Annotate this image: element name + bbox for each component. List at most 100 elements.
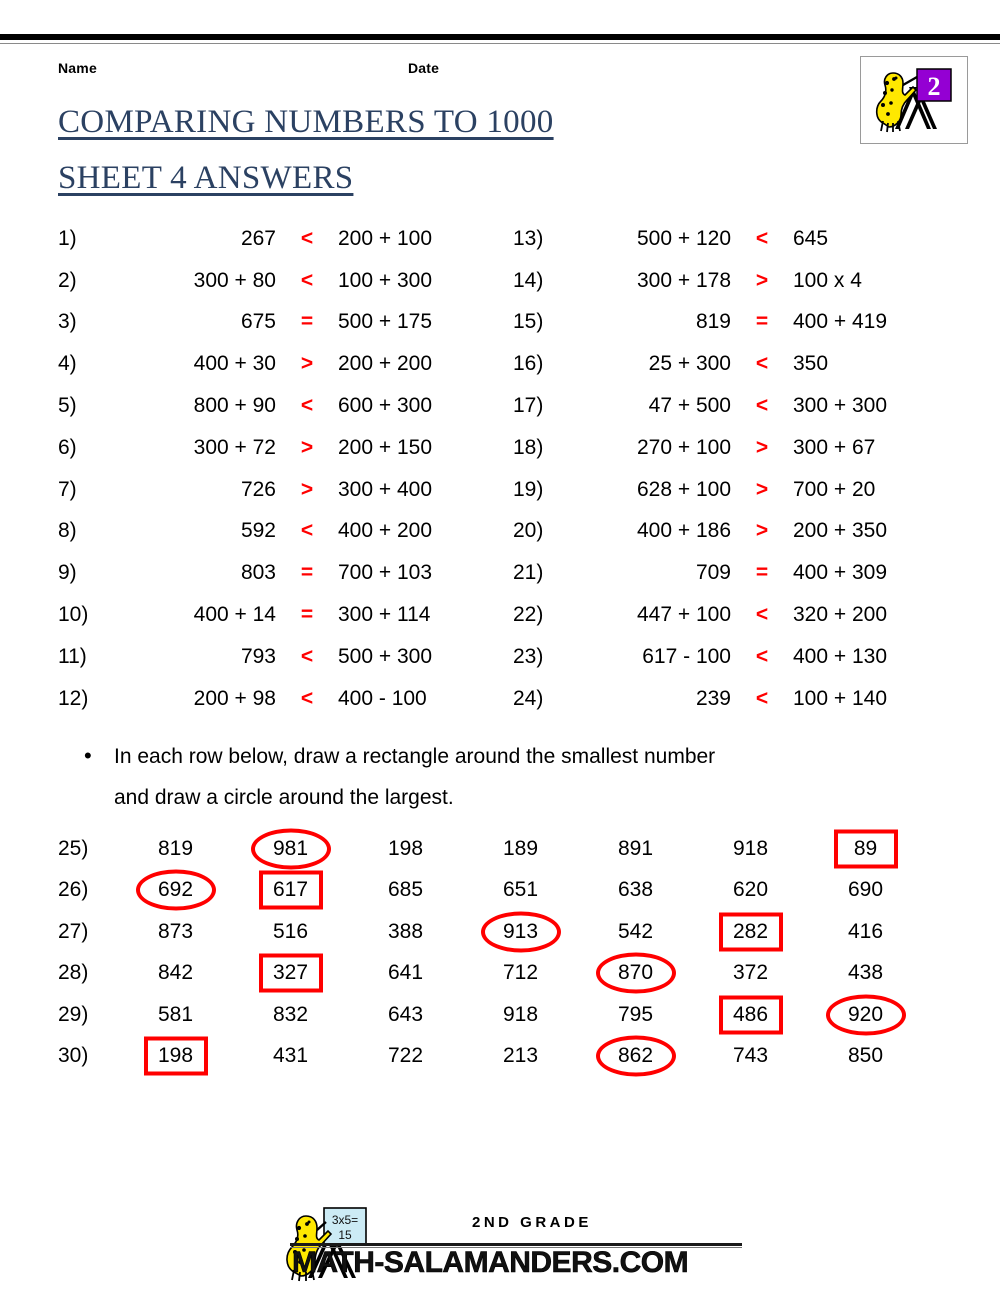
problem-left: 617 - 100 [642,644,731,668]
number-value: 372 [732,961,769,985]
problem-cell: 19) 628 + 100 > 700 + 20 [513,478,968,502]
number-value: 643 [387,1002,424,1026]
problem-number: 12) [58,686,89,710]
comparison-operator: = [755,310,769,334]
board-line-2: 15 [338,1228,352,1242]
number-value: 89 [853,836,878,860]
problem-right: 500 + 300 [338,644,433,668]
number-cell: 372 [693,953,808,995]
problem-number: 2) [58,268,77,292]
problem-cell: 23) 617 - 100 < 400 + 130 [513,645,968,669]
problem-cell: 8) 592 < 400 + 200 [58,519,513,543]
problem-number: 24) [513,686,544,710]
number-cell: 918 [463,994,578,1036]
problem-right: 400 + 309 [793,561,888,585]
number-value: 913 [502,919,539,943]
problem-right: 200 + 150 [338,435,433,459]
problem-number: 21) [513,561,544,585]
problem-cell: 11) 793 < 500 + 300 [58,645,513,669]
problem-left: 300 + 72 [193,435,276,459]
problem-right: 300 + 114 [338,603,431,627]
comparison-operator: > [755,477,769,501]
problem-cell: 3) 675 = 500 + 175 [58,310,513,334]
number-cell: 685 [348,870,463,912]
problem-right: 320 + 200 [793,603,888,627]
problem-number: 5) [58,394,77,418]
problem-number: 17) [513,394,544,418]
number-cell: 617 [233,870,348,912]
problem-number: 10) [58,603,89,627]
problem-left: 803 [240,561,276,585]
number-value: 189 [502,836,539,860]
number-cell: 795 [578,994,693,1036]
problem-left: 239 [695,686,731,710]
footer-website-url: MATH-SALAMANDERS.COM [292,1246,689,1280]
page-title: COMPARING NUMBERS TO 1000 [58,104,554,140]
problem-right: 400 + 130 [793,644,888,668]
number-value: 873 [157,919,194,943]
problem-cell: 15) 819 = 400 + 419 [513,310,968,334]
instruction-line-2: and draw a circle around the largest. [84,777,934,818]
comparison-operator: = [300,310,314,334]
problem-cell: 1) 267 < 200 + 100 [58,227,513,251]
comparison-operator: > [300,435,314,459]
problem-cell: 20) 400 + 186 > 200 + 350 [513,519,968,543]
number-value: 850 [847,1044,884,1068]
number-cell: 651 [463,870,578,912]
problem-right: 100 x 4 [793,268,862,292]
problem-number: 22) [513,603,544,627]
number-row: 25) 819 981 198 189 891 918 89 [58,828,968,870]
problem-cell: 24) 239 < 100 + 140 [513,687,968,711]
number-value: 690 [847,878,884,902]
problem-left: 400 + 30 [193,352,276,376]
comparison-operator: < [300,268,314,292]
number-value: 620 [732,878,769,902]
number-cell: 198 [348,828,463,870]
comparison-operator: < [300,394,314,418]
problem-cell: 13) 500 + 120 < 645 [513,227,968,251]
number-cell: 620 [693,870,808,912]
problem-right: 350 [793,352,829,376]
number-value: 327 [272,961,309,985]
number-value: 213 [502,1044,539,1068]
problem-row: 6) 300 + 72 > 200 + 150 18) 270 + 100 > … [58,427,968,469]
number-value: 692 [157,878,194,902]
problem-left: 800 + 90 [193,394,276,418]
number-cell: 692 [118,869,233,912]
number-value: 981 [272,836,309,860]
top-divider-rule-thin [0,43,1000,44]
problem-number: 23) [513,644,544,668]
number-cell: 89 [808,828,923,870]
number-value: 542 [617,919,654,943]
number-value: 641 [387,961,424,985]
page-subtitle: SHEET 4 ANSWERS [58,160,354,196]
problem-cell: 2) 300 + 80 < 100 + 300 [58,269,513,293]
number-value: 651 [502,878,539,902]
number-cell: 920 [808,994,923,1036]
number-cell: 431 [233,1036,348,1078]
number-row: 26) 692 617 685 651 638 620 690 [58,869,968,912]
problem-cell: 4) 400 + 30 > 200 + 200 [58,352,513,376]
number-value: 198 [157,1044,194,1068]
problem-number: 6) [58,435,77,459]
problem-row: 11) 793 < 500 + 300 23) 617 - 100 < 400 … [58,636,968,678]
comparison-operator: > [755,435,769,459]
bullet-icon: • [84,743,92,768]
comparison-operator: < [300,644,314,668]
number-value: 438 [847,961,884,985]
name-label: Name [58,60,97,76]
comparison-operator: < [300,686,314,710]
problem-left: 628 + 100 [636,477,731,501]
number-cell: 722 [348,1036,463,1078]
number-value: 832 [272,1002,309,1026]
number-cell: 189 [463,828,578,870]
problem-number: 16) [513,352,544,376]
comparison-operator: < [755,352,769,376]
row-label: 29) [58,1002,89,1026]
number-value: 918 [502,1002,539,1026]
problem-row: 12) 200 + 98 < 400 - 100 24) 239 < 100 +… [58,678,968,720]
number-cell: 643 [348,994,463,1036]
problem-left: 300 + 80 [193,268,276,292]
instruction-line-1: • In each row below, draw a rectangle ar… [84,736,934,777]
number-cell: 913 [463,911,578,953]
